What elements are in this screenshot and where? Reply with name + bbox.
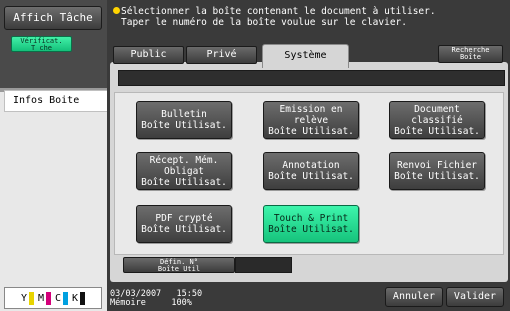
info-icon <box>113 7 120 14</box>
defin-box-field[interactable] <box>235 257 292 273</box>
toner-indicator: Y M C K <box>4 287 102 309</box>
box-number-display <box>118 70 505 86</box>
status-memory-label: Mémoire <box>110 298 146 308</box>
message-line-1: Sélectionner la boîte contenant le docum… <box>121 6 436 17</box>
verif-label-2: T che <box>30 44 53 52</box>
box-label-1: Annotation <box>282 160 340 171</box>
box-label-1: Document classifié <box>411 103 463 126</box>
box-label-1: Renvoi Fichier <box>396 160 478 171</box>
box-label-2: Boîte Utilisat. <box>141 176 227 188</box>
instruction-message: Sélectionner la boîte contenant le docum… <box>113 6 508 28</box>
toner-black-bar <box>80 291 86 305</box>
box-label-2: Boîte Utilisat. <box>141 120 227 131</box>
recherche-boite-button[interactable]: Recherche Boîte <box>438 45 503 63</box>
box-label-2: Boîte Utilisat. <box>394 171 480 182</box>
tab-public[interactable]: Public <box>113 46 184 64</box>
affich-tache-button[interactable]: Affich Tâche <box>4 6 102 30</box>
box-emission-releve[interactable]: Emission en relève Boîte Utilisat. <box>263 101 359 139</box>
toner-black: K <box>72 291 86 305</box>
box-label-2: Boîte Utilisat. <box>141 224 227 235</box>
copier-panel: Affich Tâche Vérificat. T che Infos Boit… <box>0 0 510 311</box>
toner-cyan: C <box>55 291 69 305</box>
defin-label-2: Boîte Util <box>157 265 201 273</box>
toner-black-letter: K <box>72 292 79 304</box>
toner-yellow-bar <box>28 291 34 305</box>
box-label-1: PDF crypté <box>155 213 213 224</box>
box-label-2: Boîte Utilisat. <box>268 224 354 235</box>
box-label-1: Récept. Mém. Obligat <box>149 154 219 177</box>
box-recept-mem-obligat[interactable]: Récept. Mém. Obligat Boîte Utilisat. <box>136 152 232 190</box>
toner-magenta: M <box>37 291 51 305</box>
toner-magenta-bar <box>46 291 51 305</box>
box-pdf-crypte[interactable]: PDF crypté Boîte Utilisat. <box>136 205 232 243</box>
defin-box-button[interactable]: Défin. N° Boîte Util <box>123 257 235 273</box>
box-label-2: Boîte Utilisat. <box>268 125 354 137</box>
box-bulletin[interactable]: Bulletin Boîte Utilisat. <box>136 101 232 139</box>
toner-cyan-bar <box>63 291 69 305</box>
box-label-1: Touch & Print <box>273 213 349 224</box>
box-label-2: Boîte Utilisat. <box>394 125 480 137</box>
box-label-2: Boîte Utilisat. <box>268 171 354 182</box>
verification-tache-button[interactable]: Vérificat. T che <box>11 36 72 52</box>
toner-magenta-letter: M <box>37 292 44 304</box>
box-document-classifie[interactable]: Document classifié Boîte Utilisat. <box>389 101 485 139</box>
status-bar: 03/03/2007 15:50 Mémoire 100% <box>110 290 202 308</box>
box-annotation[interactable]: Annotation Boîte Utilisat. <box>263 152 359 190</box>
box-touch-print[interactable]: Touch & Print Boîte Utilisat. <box>263 205 359 243</box>
valider-button[interactable]: Valider <box>446 287 504 307</box>
infos-boite-tab[interactable]: Infos Boite <box>4 90 107 112</box>
sidebar: Affich Tâche Vérificat. T che Infos Boit… <box>0 0 107 311</box>
tab-prive[interactable]: Privé <box>186 46 257 64</box>
toner-yellow-letter: Y <box>20 292 27 304</box>
annuler-button[interactable]: Annuler <box>385 287 443 307</box>
toner-cyan-letter: C <box>55 292 62 304</box>
message-line-2: Taper le numéro de la boîte voulue sur l… <box>121 17 407 28</box>
status-memory-value: 100% <box>171 298 192 308</box>
toner-yellow: Y <box>20 291 34 305</box>
box-label-1: Emission en relève <box>279 103 343 126</box>
recherche-label-2: Boîte <box>459 53 482 61</box>
box-renvoi-fichier[interactable]: Renvoi Fichier Boîte Utilisat. <box>389 152 485 190</box>
box-label-1: Bulletin <box>161 109 207 120</box>
tab-systeme[interactable]: Système <box>262 44 349 68</box>
